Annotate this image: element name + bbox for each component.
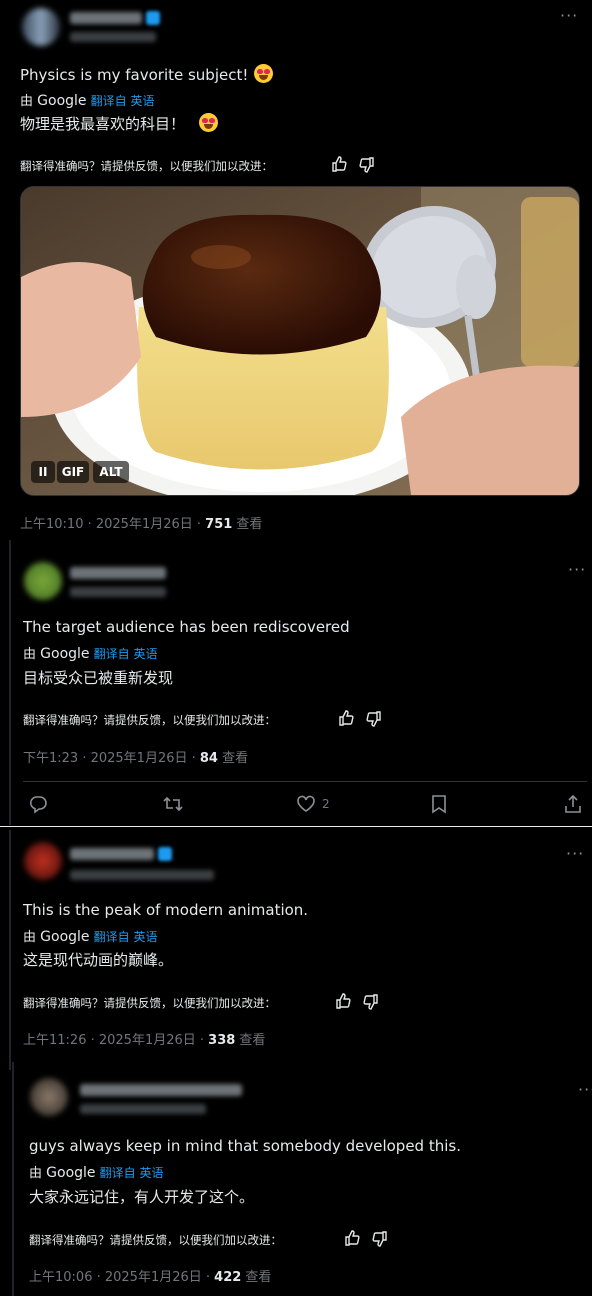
reply-button[interactable] xyxy=(28,792,48,816)
bookmark-button[interactable] xyxy=(430,792,448,816)
view-count: 751 xyxy=(205,517,233,532)
timestamp[interactable]: 上午11:26 · 2025年1月26日 · xyxy=(23,1033,208,1048)
action-bar: 2 xyxy=(0,792,592,816)
author-handle[interactable] xyxy=(80,1104,206,1114)
like-icon xyxy=(297,795,315,812)
author-name[interactable] xyxy=(70,12,142,24)
view-count: 422 xyxy=(214,1270,242,1285)
timestamp[interactable]: 上午10:10 · 2025年1月26日 · xyxy=(20,517,205,532)
more-icon[interactable]: ··· xyxy=(568,560,586,579)
google-label: Google xyxy=(40,646,90,662)
tweet-2: ··· The target audience has been redisco… xyxy=(14,540,592,825)
view-count: 338 xyxy=(208,1033,236,1048)
pause-button[interactable]: II xyxy=(31,461,55,483)
share-button[interactable] xyxy=(564,792,582,816)
author-handle[interactable] xyxy=(70,870,214,880)
avatar[interactable] xyxy=(22,8,60,46)
translated-from-link[interactable]: 翻译自 英语 xyxy=(100,1166,164,1180)
heart-eyes-emoji-icon xyxy=(254,64,274,83)
translation-attribution: 由 Google 翻译自 英语 xyxy=(23,646,158,662)
google-label: Google xyxy=(40,929,90,945)
retweet-button[interactable] xyxy=(162,792,184,816)
author-name[interactable] xyxy=(70,567,166,579)
translated-text: 大家永远记住，有人开发了这个。 xyxy=(29,1188,255,1206)
tweet-3: ··· This is the peak of modern animation… xyxy=(14,830,592,1060)
thumbs-up-icon[interactable] xyxy=(335,993,351,1009)
thumbs-down-icon[interactable] xyxy=(366,711,382,727)
tweet-text: guys always keep in mind that somebody d… xyxy=(29,1137,461,1155)
tweet-text: The target audience has been rediscovere… xyxy=(23,618,350,636)
bookmark-icon xyxy=(432,795,446,814)
tweet-meta: 上午10:10 · 2025年1月26日 · 751 查看 xyxy=(20,517,263,532)
tweet-text: This is the peak of modern animation. xyxy=(23,901,309,919)
translation-feedback-prompt: 翻译得准确吗？请提供反馈，以便我们加以改进： xyxy=(20,159,273,173)
thumbs-up-icon[interactable] xyxy=(338,710,354,726)
avatar[interactable] xyxy=(24,562,62,600)
google-label: Google xyxy=(46,1165,96,1181)
translated-text: 这是现代动画的巅峰。 xyxy=(23,951,174,969)
gif-badge: GIF xyxy=(57,461,89,483)
timestamp[interactable]: 上午10:06 · 2025年1月26日 · xyxy=(29,1270,214,1285)
like-button[interactable]: 2 xyxy=(296,792,330,816)
thumbs-down-icon[interactable] xyxy=(359,157,375,173)
more-icon[interactable]: ··· xyxy=(560,6,578,25)
tweet-1: ··· Physics is my favorite subject! 由 Go… xyxy=(0,0,592,535)
translated-from-link[interactable]: 翻译自 英语 xyxy=(94,930,158,944)
pudding-gif-image xyxy=(21,187,579,495)
tweet-meta: 上午10:06 · 2025年1月26日 · 422 查看 xyxy=(29,1270,272,1285)
divider xyxy=(0,826,592,827)
verified-badge-icon xyxy=(146,11,160,25)
share-icon xyxy=(565,794,581,813)
author-name[interactable] xyxy=(70,848,154,860)
heart-eyes-emoji-icon xyxy=(199,113,219,132)
author-handle[interactable] xyxy=(70,32,156,42)
translation-attribution: 由 Google 翻译自 英语 xyxy=(20,93,155,109)
thumbs-up-icon[interactable] xyxy=(331,156,347,172)
translation-attribution: 由 Google 翻译自 英语 xyxy=(29,1165,164,1181)
view-count: 84 xyxy=(199,751,218,766)
thread-line xyxy=(9,540,11,825)
translation-feedback-prompt: 翻译得准确吗？请提供反馈，以便我们加以改进： xyxy=(29,1233,282,1247)
google-label: Google xyxy=(37,93,87,109)
translation-feedback-prompt: 翻译得准确吗？请提供反馈，以便我们加以改进： xyxy=(23,713,276,727)
retweet-icon xyxy=(163,796,183,812)
translated-text: 目标受众已被重新发现 xyxy=(23,669,174,687)
thread-line xyxy=(12,1062,14,1296)
tweet-meta: 下午1:23 · 2025年1月26日 · 84 查看 xyxy=(23,751,249,766)
more-icon[interactable]: ··· xyxy=(566,844,584,863)
tweet-meta: 上午11:26 · 2025年1月26日 · 338 查看 xyxy=(23,1033,266,1048)
verified-badge-icon xyxy=(158,847,172,861)
alt-button[interactable]: ALT xyxy=(93,461,129,483)
thumbs-up-icon[interactable] xyxy=(344,1230,360,1246)
author-name[interactable] xyxy=(80,1084,242,1096)
translated-from-link[interactable]: 翻译自 英语 xyxy=(91,94,155,108)
tweet-4: ··· guys always keep in mind that somebo… xyxy=(20,1062,592,1296)
translated-text: 物理是我最喜欢的科目！ xyxy=(20,113,219,134)
like-count: 2 xyxy=(322,797,330,811)
timestamp[interactable]: 下午1:23 · 2025年1月26日 · xyxy=(23,751,200,766)
reply-icon xyxy=(29,796,47,814)
gif-media[interactable]: II GIF ALT xyxy=(20,186,580,496)
thread-line xyxy=(9,830,11,1070)
avatar[interactable] xyxy=(24,842,62,880)
thumbs-down-icon[interactable] xyxy=(372,1231,388,1247)
translation-feedback-prompt: 翻译得准确吗？请提供反馈，以便我们加以改进： xyxy=(23,996,276,1010)
tweet-text: Physics is my favorite subject! xyxy=(20,64,274,84)
translated-from-link[interactable]: 翻译自 英语 xyxy=(94,647,158,661)
divider xyxy=(23,781,587,782)
more-icon[interactable]: ··· xyxy=(578,1080,592,1099)
avatar[interactable] xyxy=(30,1078,68,1116)
translation-attribution: 由 Google 翻译自 英语 xyxy=(23,929,158,945)
thumbs-down-icon[interactable] xyxy=(363,994,379,1010)
author-handle[interactable] xyxy=(70,587,166,597)
